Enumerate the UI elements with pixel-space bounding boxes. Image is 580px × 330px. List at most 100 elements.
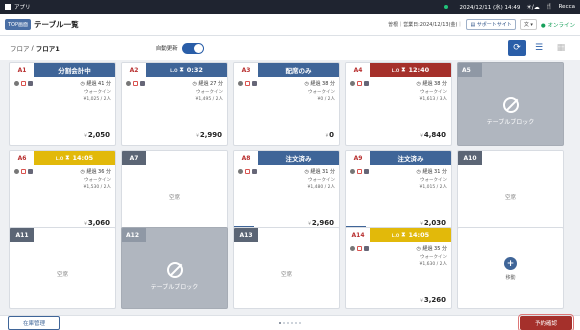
table-card[interactable]: A14 L.O ⧗ 14:05 ◷ 経過 35 分ウォークイン ¥1,630 / 2人 ¥3… <box>345 227 452 309</box>
card-body: ◷ 経過 31 分ウォークイン¥1,480 / 2人¥2,960◦◦ 015 <box>234 165 339 233</box>
elapsed-minutes: ◷ 経過 31 分 <box>416 169 448 175</box>
per-person: ¥1,015 / 2人 <box>419 185 448 190</box>
card-header: A12 <box>122 228 227 242</box>
table-id: A5 <box>458 63 482 77</box>
block-label: テーブルブロック <box>150 283 199 291</box>
elapsed-minutes: ◷ 経過 27 分 <box>192 81 224 87</box>
stock-management-button[interactable]: 在庫管理 <box>8 316 61 330</box>
yen-sign: ¥ <box>420 298 423 303</box>
grid-view-button[interactable]: ▦ <box>552 40 570 56</box>
status-text: 14:05 <box>72 154 94 162</box>
hourglass-icon: ⧗ <box>401 66 406 73</box>
move-label: 移動 <box>505 275 516 281</box>
table-card[interactable]: A5 テーブルブロック <box>457 62 564 146</box>
person-icon <box>238 81 243 86</box>
support-site-button[interactable]: ▤ サポートサイト <box>466 19 516 30</box>
card-body: ◷ 経過 41 分ウォークイン ¥1,025 / 2人 ¥2,050 <box>10 77 115 145</box>
table-card[interactable]: A12 テーブルブロック <box>121 227 228 309</box>
block-body: テーブルブロック <box>122 242 227 308</box>
status-text: 14:05 <box>408 231 430 239</box>
block-body: テーブルブロック <box>458 77 563 145</box>
list-view-button[interactable]: ☰ <box>530 40 548 56</box>
refresh-button[interactable]: ⟳ <box>508 40 526 56</box>
guest-type: ウォークイン <box>420 254 447 260</box>
card-icons <box>238 169 257 174</box>
table-id: A10 <box>458 151 482 165</box>
table-id: A11 <box>10 228 34 242</box>
fork-knife-icon: 🍴 <box>545 4 553 10</box>
datetime: 2024/12/11 (水) 14:49 <box>459 5 521 11</box>
list-icon: ☰ <box>534 43 544 53</box>
card-stats: ◷ 経過 31 分ウォークイン ¥1,480 / 2人 <box>305 169 336 192</box>
top-screen-badge[interactable]: TOP画面 <box>5 19 32 30</box>
status-badge: 注文済み <box>258 151 339 165</box>
card-icons <box>14 169 33 174</box>
table-card[interactable]: A6 L.O ⧗ 14:05 ◷ 経過 36 分ウォークイン ¥1,530 / 2人 ¥3,… <box>9 150 116 234</box>
table-card[interactable]: A7 空席 <box>121 150 228 234</box>
card-body: ◷ 経過 27 分ウォークイン ¥1,495 / 2人 ¥2,990 <box>122 77 227 145</box>
table-card[interactable]: A11 空席 <box>9 227 116 309</box>
card-stats: ◷ 経過 31 分ウォークイン ¥1,015 / 2人 <box>417 169 448 192</box>
vacant-label: 空席 <box>504 195 516 201</box>
status-text: 12:40 <box>408 66 430 74</box>
tablet-icon <box>364 169 369 174</box>
card-stats: ◷ 経過 38 分ウォークイン ¥1,613 / 3人 <box>417 81 448 104</box>
table-id: A9 <box>346 151 370 165</box>
card-header: A11 <box>10 228 115 242</box>
status-text: 注文済み <box>285 155 312 163</box>
tablet-icon <box>28 81 33 86</box>
apps-grid-icon[interactable] <box>5 4 11 10</box>
person-icon <box>238 169 243 174</box>
table-card[interactable]: A4 L.O ⧗ 12:40 ◷ 経過 38 分ウォークイン ¥1,613 / 3人 ¥4,… <box>345 62 452 146</box>
status-badge: 注文済み <box>370 151 451 165</box>
app-label[interactable]: アプリ <box>14 3 31 11</box>
grid-icon: ▦ <box>556 43 566 53</box>
card-body: ◷ 経過 35 分ウォークイン ¥1,630 / 2人 ¥3,260 <box>346 242 451 308</box>
status-text: 0:32 <box>186 66 203 74</box>
card-header: A4 L.O ⧗ 12:40 <box>346 63 451 77</box>
table-card[interactable]: + 移動 <box>457 227 564 309</box>
last-order-label: L.O <box>170 67 178 73</box>
table-card[interactable]: A10 空席 <box>457 150 564 234</box>
weather-icon: ☀/☁ <box>526 3 540 11</box>
card-icons <box>350 169 369 174</box>
card-header: A5 <box>458 63 563 77</box>
card-header: A9 注文済み <box>346 151 451 165</box>
floor-selector[interactable]: フロア1 <box>36 43 60 53</box>
status-badge: L.O ⧗ 14:05 <box>34 151 115 165</box>
card-header: A1 分割会計中 <box>10 63 115 77</box>
page-title: テーブル一覧 <box>34 20 79 29</box>
table-id: A4 <box>346 63 370 77</box>
table-id: A8 <box>234 151 258 165</box>
guest-type: ウォークイン <box>308 89 335 95</box>
per-person: ¥1,613 / 3人 <box>419 97 448 102</box>
status-text: 注文済み <box>397 155 424 163</box>
card-body: 空席 <box>10 242 115 308</box>
guest-type: ウォークイン <box>308 177 335 183</box>
table-card[interactable]: A13 空席 <box>233 227 340 309</box>
table-card[interactable]: A8 注文済み ◷ 経過 31 分ウォークイン¥1,480 / 2人¥2,960◦◦… <box>233 150 340 234</box>
card-stats: ◷ 経過 38 分ウォークイン ¥0 / 2人 <box>305 81 336 104</box>
reservation-check-button[interactable]: 予約確認 <box>517 314 575 330</box>
hourglass-icon: ⧗ <box>65 154 70 161</box>
table-card[interactable]: A1 分割会計中 ◷ 経過 41 分ウォークイン ¥1,025 / 2人 ¥2,050 <box>9 62 116 146</box>
auto-update: 自動更新 <box>155 42 204 54</box>
table-card[interactable]: A2 L.O ⧗ 0:32 ◷ 経過 27 分ウォークイン ¥1,495 / 2人 ¥2,9… <box>121 62 228 146</box>
online-status: ● オンライン <box>540 22 575 29</box>
table-id: A14 <box>346 228 370 242</box>
language-select[interactable]: 文 ▾ <box>519 19 537 30</box>
vacant-label: 空席 <box>56 272 68 278</box>
person-icon <box>126 81 131 86</box>
card-icons <box>350 246 369 251</box>
elapsed-minutes: ◷ 経過 41 分 <box>80 81 112 87</box>
table-card[interactable]: A3 配席のみ ◷ 経過 38 分ウォークイン ¥0 / 2人 ¥0 <box>233 62 340 146</box>
last-order-label: L.O <box>391 232 400 238</box>
auto-update-toggle[interactable] <box>181 42 204 54</box>
auto-update-label: 自動更新 <box>155 46 178 52</box>
status-empty <box>146 151 227 165</box>
add-table-area[interactable]: + 移動 <box>458 228 563 308</box>
card-header: A2 L.O ⧗ 0:32 <box>122 63 227 77</box>
tablet-icon <box>140 81 145 86</box>
status-badge: L.O ⧗ 12:40 <box>370 63 451 77</box>
table-card[interactable]: A9注文済み◷ 経過 31 分ウォークイン¥1,015 / 2人¥2,030◦◦… <box>345 150 452 234</box>
